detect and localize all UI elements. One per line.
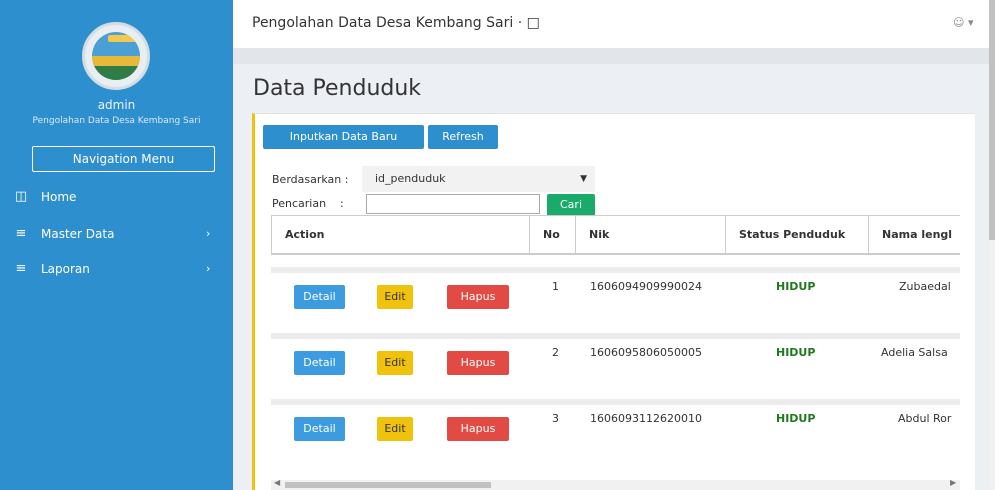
user-subtitle: Pengolahan Data Desa Kembang Sari — [32, 116, 201, 126]
detail-button[interactable]: Detail — [294, 417, 345, 441]
search-button[interactable]: Cari — [547, 194, 595, 216]
sidebar-item-home[interactable]: ◫ Home — [0, 184, 233, 210]
cell-nik: 1606094909990024 — [590, 280, 702, 293]
delete-button[interactable]: Hapus — [447, 417, 509, 441]
village-logo — [82, 22, 150, 90]
user-name: admin — [97, 98, 136, 112]
search-label: Pencarian : — [272, 197, 344, 210]
cell-nik: 1606095806050005 — [590, 346, 702, 359]
header-action: Action — [271, 216, 530, 254]
sidebar: admin Pengolahan Data Desa Kembang Sari … — [0, 0, 233, 490]
horizontal-scrollbar[interactable]: ◀ ▶ — [271, 478, 960, 490]
refresh-button[interactable]: Refresh — [428, 125, 498, 149]
search-input[interactable] — [366, 194, 540, 214]
content-header-strip — [233, 48, 995, 64]
scroll-left-icon[interactable]: ◀ — [274, 478, 280, 487]
cell-nama: Zubaedal — [899, 280, 951, 293]
top-navbar: Pengolahan Data Desa Kembang Sari · □ ☺ … — [233, 0, 995, 48]
home-icon: ◫ — [14, 189, 28, 204]
filter-by-label: Berdasarkan : — [272, 173, 349, 186]
detail-button[interactable]: Detail — [294, 351, 345, 375]
scroll-right-icon[interactable]: ▶ — [950, 478, 956, 487]
sidebar-item-master-data[interactable]: ≡ Master Data › — [0, 221, 233, 247]
cell-no: 3 — [552, 412, 559, 425]
add-new-data-button[interactable]: Inputkan Data Baru — [263, 125, 424, 149]
app-title: Pengolahan Data Desa Kembang Sari · □ — [252, 15, 540, 31]
cell-nik: 1606093112620010 — [590, 412, 702, 425]
delete-button[interactable]: Hapus — [447, 285, 509, 309]
cell-status: HIDUP — [776, 280, 816, 293]
page-title: Data Penduduk — [253, 76, 422, 101]
list-icon: ≡ — [15, 261, 27, 276]
list-icon: ≡ — [15, 226, 27, 241]
sidebar-item-label: Master Data — [41, 227, 115, 241]
cell-no: 1 — [552, 280, 559, 293]
chevron-right-icon: › — [206, 227, 211, 240]
sidebar-item-label: Home — [41, 190, 77, 204]
user-menu-dropdown[interactable]: ☺ ▾ — [953, 0, 974, 46]
header-nama: Nama lengl — [882, 228, 953, 241]
cell-no: 2 — [552, 346, 559, 359]
delete-button[interactable]: Hapus — [447, 351, 509, 375]
chat-icon: □ — [526, 15, 540, 31]
header-no: No — [530, 216, 576, 254]
sidebar-item-label: Laporan — [41, 262, 90, 276]
table-row: Detail Edit Hapus 2 1606095806050005 HID… — [271, 333, 960, 393]
header-status: Status Penduduk — [726, 216, 869, 254]
cell-nama: Abdul Ror — [898, 412, 952, 425]
edit-button[interactable]: Edit — [377, 417, 413, 441]
table-row: Detail Edit Hapus 3 1606093112620010 HID… — [271, 399, 960, 459]
edit-button[interactable]: Edit — [377, 351, 413, 375]
cell-status: HIDUP — [776, 412, 816, 425]
data-table: Action No Nik Status Penduduk Nama lengl… — [271, 215, 960, 469]
chevron-right-icon: › — [206, 262, 211, 275]
chevron-down-icon: ▼ — [580, 174, 587, 184]
edit-button[interactable]: Edit — [377, 285, 413, 309]
vertical-scrollbar[interactable] — [989, 0, 995, 490]
scrollbar-thumb[interactable] — [285, 482, 491, 488]
header-nik: Nik — [576, 216, 726, 254]
filter-field-value: id_penduduk — [375, 172, 446, 185]
sidebar-item-laporan[interactable]: ≡ Laporan › — [0, 256, 233, 282]
detail-button[interactable]: Detail — [294, 285, 345, 309]
user-icon: ☺ — [953, 16, 965, 29]
filter-field-select[interactable]: id_penduduk ▼ — [362, 166, 595, 192]
cell-status: HIDUP — [776, 346, 816, 359]
navigation-menu-header: Navigation Menu — [32, 146, 215, 172]
table-row: Detail Edit Hapus 1 1606094909990024 HID… — [271, 267, 960, 327]
cell-nama: Adelia Salsa — [881, 346, 948, 359]
table-header: Action No Nik Status Penduduk Nama lengl — [271, 215, 960, 255]
